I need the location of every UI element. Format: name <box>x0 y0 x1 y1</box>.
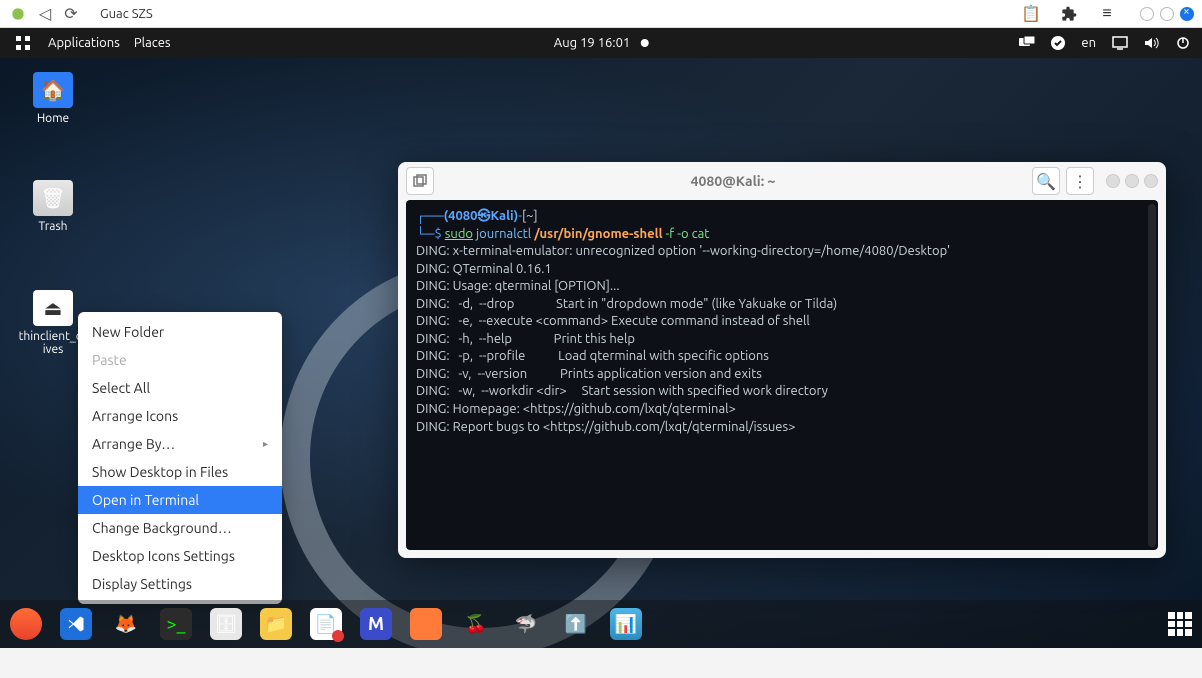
cmd-sudo: sudo <box>445 227 473 241</box>
maximize-button[interactable] <box>1160 7 1174 21</box>
reload-button[interactable]: ⟳ <box>62 5 80 23</box>
terminal-maximize[interactable] <box>1125 174 1139 188</box>
screen-share-icon[interactable] <box>1019 36 1035 50</box>
dock-firefox[interactable]: 🦊 <box>110 608 142 640</box>
terminal-line: DING: -d, --drop Start in "dropdown mode… <box>416 296 1148 314</box>
dock-filemanager[interactable]: 📁 <box>260 608 292 640</box>
ctx-change-background[interactable]: Change Background… <box>78 514 282 542</box>
cmd-journalctl: journalctl <box>476 227 531 241</box>
activities-button[interactable] <box>12 32 34 54</box>
applications-menu[interactable]: Applications <box>48 36 120 50</box>
terminal-line: DING: Homepage: <https://github.com/lxqt… <box>416 401 1148 419</box>
window-controls <box>1140 7 1194 21</box>
prompt-user: (4080㉿Kali) <box>444 209 519 223</box>
notification-dot <box>640 39 648 47</box>
dock-app-orange[interactable] <box>410 608 442 640</box>
ctx-desktop-icons-settings[interactable]: Desktop Icons Settings <box>78 542 282 570</box>
status-ok-icon[interactable] <box>1051 36 1065 50</box>
volume-icon[interactable] <box>1144 36 1160 50</box>
terminal-line: DING: Report bugs to <https://github.com… <box>416 419 1148 437</box>
terminal-output: DING: x-terminal-emulator: unrecognized … <box>416 243 1148 436</box>
show-applications-button[interactable] <box>1168 612 1192 636</box>
browser-menu-icon[interactable]: ≡ <box>1098 5 1116 23</box>
desktop-icon-label: Home <box>18 112 88 125</box>
dock-monitor[interactable]: 📊 <box>610 608 642 640</box>
clock[interactable]: Aug 19 16:01 <box>554 36 631 50</box>
terminal-line: DING: -p, --profile Load qterminal with … <box>416 348 1148 366</box>
terminal-minimize[interactable] <box>1106 174 1120 188</box>
dock-text-editor[interactable]: 📄 <box>310 608 342 640</box>
terminal-line: DING: QTerminal 0.16.1 <box>416 261 1148 279</box>
cmd-flags: -f -o cat <box>666 227 710 241</box>
browser-logo <box>8 4 28 24</box>
ctx-paste: Paste <box>78 346 282 374</box>
minimize-button[interactable] <box>1140 7 1154 21</box>
ctx-display-settings[interactable]: Display Settings <box>78 570 282 598</box>
dock-metasploit[interactable]: M <box>360 608 392 640</box>
browser-tab-title: Guac SZS <box>100 7 153 21</box>
ctx-new-folder[interactable]: New Folder <box>78 318 282 346</box>
desktop-icon-home[interactable]: 🏠 Home <box>18 72 88 125</box>
places-menu[interactable]: Places <box>134 36 171 50</box>
ctx-show-desktop[interactable]: Show Desktop in Files <box>78 458 282 486</box>
desktop-area[interactable]: 🏠 Home 🗑 Trash ⏏ thinclient_drives New F… <box>0 58 1202 648</box>
terminal-line: DING: Usage: qterminal [OPTION]... <box>416 278 1148 296</box>
terminal-window: 4080@Kali: ~ 🔍 ⋮ ┌──(4080㉿Kali)-[~] └─$ … <box>398 162 1166 558</box>
dock-cherrytree[interactable]: 🍒 <box>460 608 492 640</box>
close-button[interactable] <box>1180 7 1194 21</box>
ctx-open-terminal[interactable]: Open in Terminal <box>78 486 282 514</box>
dock-files[interactable]: 🗄 <box>210 608 242 640</box>
browser-chrome-bar: ◁ ⟳ Guac SZS 📋 ≡ <box>0 0 1202 28</box>
gnome-top-bar: Applications Places Aug 19 16:01 en <box>0 28 1202 58</box>
home-folder-icon: 🏠 <box>33 72 73 108</box>
display-icon[interactable] <box>1112 36 1128 50</box>
terminal-titlebar[interactable]: 4080@Kali: ~ 🔍 ⋮ <box>398 162 1166 200</box>
terminal-line: DING: -w, --workdir <dir> Start session … <box>416 383 1148 401</box>
terminal-menu-button[interactable]: ⋮ <box>1066 167 1094 195</box>
ctx-select-all[interactable]: Select All <box>78 374 282 402</box>
terminal-title: 4080@Kali: ~ <box>440 173 1026 189</box>
dock: 🦊 >_ 🗄 📁 📄 M 🍒 🦈 ⬆️ 📊 <box>0 600 1202 648</box>
extensions-icon[interactable] <box>1060 5 1078 23</box>
terminal-scrollbar[interactable] <box>1148 204 1156 547</box>
desktop-context-menu: New Folder Paste Select All Arrange Icon… <box>78 312 282 604</box>
ctx-arrange-by-label: Arrange By… <box>92 436 175 452</box>
terminal-search-button[interactable]: 🔍 <box>1032 167 1060 195</box>
drive-icon: ⏏ <box>33 290 73 326</box>
desktop-icon-trash[interactable]: 🗑 Trash <box>18 180 88 233</box>
clipboard-icon[interactable]: 📋 <box>1022 5 1040 23</box>
terminal-close[interactable] <box>1144 174 1158 188</box>
prompt-path: [~] <box>522 209 538 223</box>
terminal-line: DING: -v, --version Prints application v… <box>416 366 1148 384</box>
ctx-arrange-icons[interactable]: Arrange Icons <box>78 402 282 430</box>
prompt-symbol: $ <box>434 227 441 241</box>
dock-vscode[interactable] <box>60 608 92 640</box>
ctx-arrange-by[interactable]: Arrange By… <box>78 430 282 458</box>
terminal-line: DING: -e, --execute <command> Execute co… <box>416 313 1148 331</box>
terminal-line: DING: -h, --help Print this help <box>416 331 1148 349</box>
keyboard-lang[interactable]: en <box>1081 36 1096 50</box>
dock-wireshark[interactable]: 🦈 <box>510 608 542 640</box>
dock-brave[interactable] <box>10 608 42 640</box>
dock-terminal[interactable]: >_ <box>160 608 192 640</box>
terminal-line: DING: x-terminal-emulator: unrecognized … <box>416 243 1148 261</box>
trash-icon: 🗑 <box>33 180 73 216</box>
dock-updater[interactable]: ⬆️ <box>560 608 592 640</box>
cmd-path: /usr/bin/gnome-shell <box>534 227 662 241</box>
desktop-icon-label: Trash <box>18 220 88 233</box>
new-tab-button[interactable] <box>406 167 434 195</box>
power-icon[interactable] <box>1176 36 1190 50</box>
back-button[interactable]: ◁ <box>36 5 54 23</box>
terminal-body[interactable]: ┌──(4080㉿Kali)-[~] └─$ sudo journalctl /… <box>406 200 1158 550</box>
